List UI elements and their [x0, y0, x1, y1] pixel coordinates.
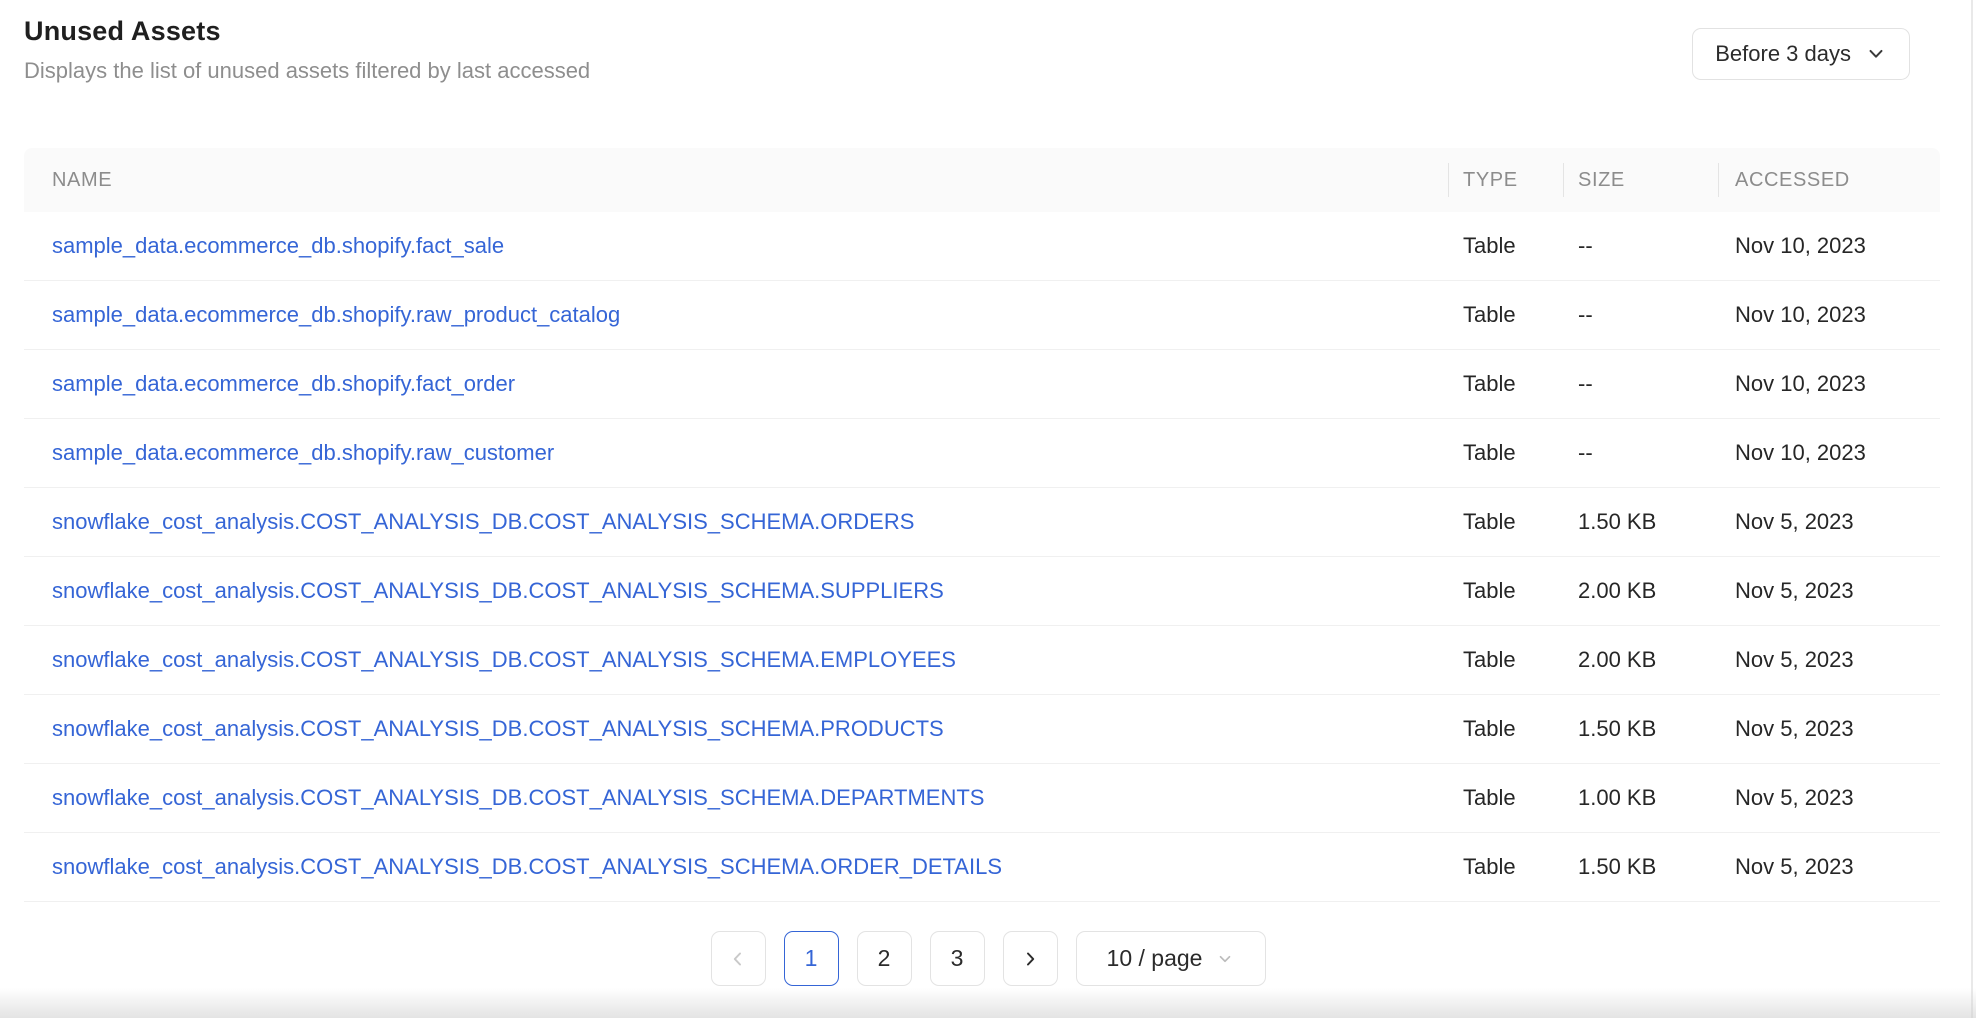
- table-row: snowflake_cost_analysis.COST_ANALYSIS_DB…: [24, 695, 1940, 764]
- table-row: sample_data.ecommerce_db.shopify.raw_cus…: [24, 419, 1940, 488]
- size-cell: 1.00 KB: [1578, 785, 1657, 810]
- accessed-cell: Nov 10, 2023: [1735, 371, 1866, 396]
- name-cell: snowflake_cost_analysis.COST_ANALYSIS_DB…: [24, 764, 1448, 832]
- table-row: snowflake_cost_analysis.COST_ANALYSIS_DB…: [24, 833, 1940, 902]
- name-cell: snowflake_cost_analysis.COST_ANALYSIS_DB…: [24, 557, 1448, 625]
- bottom-fade: [0, 988, 1976, 1018]
- page-header: Unused Assets Displays the list of unuse…: [0, 0, 1976, 84]
- pagination-next-button[interactable]: [1002, 931, 1058, 986]
- type-cell: Table: [1463, 509, 1516, 534]
- accessed-cell: Nov 5, 2023: [1735, 716, 1854, 741]
- table-header-row: NAME TYPE SIZE ACCESSED: [24, 148, 1940, 212]
- unused-assets-table: NAME TYPE SIZE ACCESSED sample_data.ecom…: [24, 148, 1940, 902]
- name-cell: sample_data.ecommerce_db.shopify.raw_cus…: [24, 419, 1448, 487]
- table-row: snowflake_cost_analysis.COST_ANALYSIS_DB…: [24, 764, 1940, 833]
- table-body: sample_data.ecommerce_db.shopify.fact_sa…: [24, 212, 1940, 902]
- chevron-down-icon: [1216, 950, 1234, 968]
- type-cell: Table: [1463, 440, 1516, 465]
- name-cell: sample_data.ecommerce_db.shopify.fact_or…: [24, 350, 1448, 418]
- asset-link[interactable]: snowflake_cost_analysis.COST_ANALYSIS_DB…: [52, 716, 944, 742]
- column-header-type: TYPE: [1448, 148, 1563, 212]
- asset-link[interactable]: sample_data.ecommerce_db.shopify.raw_pro…: [52, 302, 620, 328]
- size-cell: 1.50 KB: [1578, 854, 1657, 879]
- asset-link[interactable]: sample_data.ecommerce_db.shopify.fact_or…: [52, 371, 515, 397]
- page-subtitle: Displays the list of unused assets filte…: [24, 58, 591, 83]
- filter-selected-value: Before 3 days: [1715, 41, 1851, 66]
- column-header-accessed: ACCESSED: [1718, 148, 1940, 212]
- size-cell: 1.50 KB: [1578, 509, 1657, 534]
- pagination: 123 10 / page: [0, 931, 1976, 986]
- asset-link[interactable]: snowflake_cost_analysis.COST_ANALYSIS_DB…: [52, 854, 1002, 880]
- name-cell: snowflake_cost_analysis.COST_ANALYSIS_DB…: [24, 488, 1448, 556]
- type-cell: Table: [1463, 233, 1516, 258]
- name-cell: sample_data.ecommerce_db.shopify.fact_sa…: [24, 212, 1448, 280]
- column-header-name: NAME: [52, 168, 113, 191]
- chevron-left-icon: [728, 949, 748, 969]
- table-row: sample_data.ecommerce_db.shopify.fact_or…: [24, 350, 1940, 419]
- size-cell: --: [1578, 371, 1593, 396]
- size-cell: 2.00 KB: [1578, 578, 1657, 603]
- accessed-cell: Nov 5, 2023: [1735, 785, 1854, 810]
- asset-link[interactable]: snowflake_cost_analysis.COST_ANALYSIS_DB…: [52, 509, 914, 535]
- chevron-down-icon: [1865, 43, 1887, 65]
- asset-link[interactable]: sample_data.ecommerce_db.shopify.fact_sa…: [52, 233, 504, 259]
- type-cell: Table: [1463, 371, 1516, 396]
- table-row: sample_data.ecommerce_db.shopify.raw_pro…: [24, 281, 1940, 350]
- pagination-page-button[interactable]: 2: [856, 931, 912, 986]
- asset-link[interactable]: sample_data.ecommerce_db.shopify.raw_cus…: [52, 440, 554, 466]
- type-cell: Table: [1463, 302, 1516, 327]
- page-title: Unused Assets: [24, 16, 221, 46]
- name-cell: snowflake_cost_analysis.COST_ANALYSIS_DB…: [24, 833, 1448, 901]
- size-cell: --: [1578, 233, 1593, 258]
- size-cell: --: [1578, 302, 1593, 327]
- table-row: snowflake_cost_analysis.COST_ANALYSIS_DB…: [24, 626, 1940, 695]
- asset-link[interactable]: snowflake_cost_analysis.COST_ANALYSIS_DB…: [52, 785, 984, 811]
- size-cell: 2.00 KB: [1578, 647, 1657, 672]
- column-header-size: SIZE: [1563, 148, 1718, 212]
- accessed-cell: Nov 10, 2023: [1735, 233, 1866, 258]
- name-cell: snowflake_cost_analysis.COST_ANALYSIS_DB…: [24, 695, 1448, 763]
- accessed-cell: Nov 10, 2023: [1735, 440, 1866, 465]
- chevron-right-icon: [1020, 949, 1040, 969]
- table-row: snowflake_cost_analysis.COST_ANALYSIS_DB…: [24, 557, 1940, 626]
- type-cell: Table: [1463, 647, 1516, 672]
- accessed-cell: Nov 5, 2023: [1735, 578, 1854, 603]
- last-accessed-filter-select[interactable]: Before 3 days: [1692, 28, 1910, 80]
- type-cell: Table: [1463, 716, 1516, 741]
- table-row: sample_data.ecommerce_db.shopify.fact_sa…: [24, 212, 1940, 281]
- pagination-prev-button[interactable]: [710, 931, 766, 986]
- size-cell: --: [1578, 440, 1593, 465]
- asset-link[interactable]: snowflake_cost_analysis.COST_ANALYSIS_DB…: [52, 578, 944, 604]
- name-cell: snowflake_cost_analysis.COST_ANALYSIS_DB…: [24, 626, 1448, 694]
- accessed-cell: Nov 5, 2023: [1735, 854, 1854, 879]
- pagination-page-button[interactable]: 1: [783, 931, 839, 986]
- asset-link[interactable]: snowflake_cost_analysis.COST_ANALYSIS_DB…: [52, 647, 956, 673]
- size-cell: 1.50 KB: [1578, 716, 1657, 741]
- pagination-pages: 123: [783, 931, 985, 986]
- page-header-text: Unused Assets Displays the list of unuse…: [24, 16, 590, 84]
- accessed-cell: Nov 10, 2023: [1735, 302, 1866, 327]
- type-cell: Table: [1463, 854, 1516, 879]
- name-cell: sample_data.ecommerce_db.shopify.raw_pro…: [24, 281, 1448, 349]
- accessed-cell: Nov 5, 2023: [1735, 509, 1854, 534]
- pagination-page-button[interactable]: 3: [929, 931, 985, 986]
- page-size-value: 10 / page: [1106, 945, 1203, 971]
- table-row: snowflake_cost_analysis.COST_ANALYSIS_DB…: [24, 488, 1940, 557]
- type-cell: Table: [1463, 578, 1516, 603]
- accessed-cell: Nov 5, 2023: [1735, 647, 1854, 672]
- type-cell: Table: [1463, 785, 1516, 810]
- page-size-select[interactable]: 10 / page: [1075, 931, 1266, 986]
- scrollbar-track[interactable]: [1971, 0, 1973, 1018]
